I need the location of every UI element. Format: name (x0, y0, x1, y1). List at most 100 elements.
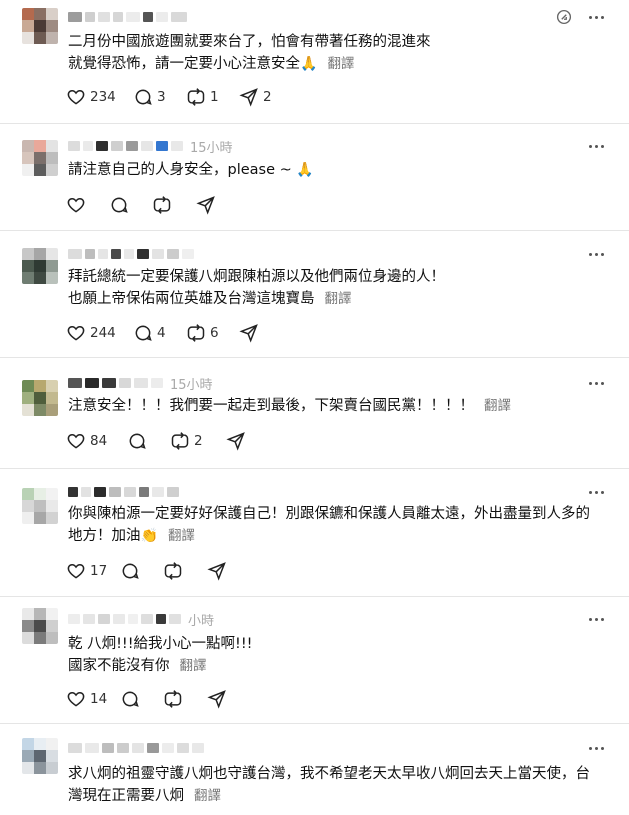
like-button[interactable] (66, 195, 109, 215)
more-options-icon[interactable] (587, 247, 607, 261)
translate-link[interactable]: 翻譯 (484, 398, 511, 414)
send-icon (196, 196, 215, 215)
repost-button[interactable]: 2 (170, 431, 226, 451)
username-blurred[interactable] (68, 247, 201, 261)
repost-icon (187, 324, 205, 342)
post-actions: 17 (66, 560, 231, 582)
repost-button[interactable] (152, 195, 196, 215)
heart-icon (67, 325, 85, 341)
heart-icon (67, 563, 85, 579)
send-icon (226, 432, 245, 451)
post-text: 乾 八炯!!!給我小心一點啊!!! 國家不能沒有你 翻譯 (68, 636, 253, 674)
reply-post: 二月份中國旅遊團就要來台了，怕會有帶著任務的混進來 就覺得恐怖，請一定要小心注意… (0, 0, 629, 124)
more-options-icon[interactable] (587, 485, 607, 499)
like-button[interactable]: 84 (66, 431, 127, 451)
send-icon (207, 690, 226, 709)
comment-icon (122, 691, 139, 707)
avatar[interactable] (22, 380, 58, 416)
send-icon (239, 88, 258, 107)
post-actions (66, 194, 220, 216)
timestamp: 小時 (188, 613, 215, 629)
heart-icon (67, 197, 85, 213)
reply-post: 你與陳柏源一定要好好保護自己！別跟保鑣和保護人員離太遠，外出盡量到人多的 地方！… (0, 469, 629, 597)
avatar[interactable] (22, 488, 58, 524)
username-blurred[interactable] (68, 741, 211, 755)
repost-button[interactable]: 6 (186, 323, 239, 343)
reply-button[interactable] (127, 431, 170, 451)
post-text: 請注意自己的人身安全，please ~ 🙏 (68, 159, 609, 181)
send-icon (207, 562, 226, 581)
share-button[interactable] (226, 431, 250, 451)
post-text: 二月份中國旅遊團就要來台了，怕會有帶著任務的混進來 就覺得恐怖，請一定要小心注意… (68, 31, 609, 75)
reply-button[interactable]: 3 (133, 87, 186, 107)
post-text: 你與陳柏源一定要好好保護自己！別跟保鑣和保護人員離太遠，外出盡量到人多的 地方！… (68, 503, 609, 547)
reply-button[interactable] (120, 561, 163, 581)
repost-button[interactable] (163, 689, 207, 709)
username-blurred[interactable]: 15小時 (68, 376, 213, 393)
translate-link[interactable]: 翻譯 (168, 528, 195, 544)
praying-hands-icon: 🙏 (296, 162, 314, 178)
comment-icon (111, 197, 128, 213)
post-actions: 84 2 (66, 430, 250, 452)
reply-button[interactable] (120, 689, 163, 709)
comment-icon (135, 325, 152, 341)
reply-post: 拜託總統一定要保護八炯跟陳柏源以及他們兩位身邊的人！ 也願上帝保佑兩位英雄及台灣… (0, 231, 629, 358)
comment-icon (129, 433, 146, 449)
post-text: 注意安全！！！我們要一起走到最後，下架賣台國民黨！！！！ 翻譯 (68, 398, 511, 414)
repost-icon (187, 88, 205, 106)
more-options-icon[interactable] (587, 139, 607, 153)
avatar[interactable] (22, 248, 58, 284)
reply-post: 15小時 請注意自己的人身安全，please ~ 🙏 (0, 124, 629, 231)
like-button[interactable]: 244 (66, 323, 133, 343)
translate-link[interactable]: 翻譯 (180, 658, 207, 674)
reply-post: 小時 乾 八炯!!!給我小心一點啊!!! 國家不能沒有你 翻譯 14 (0, 597, 629, 724)
repost-icon (164, 690, 182, 708)
share-button[interactable] (196, 195, 220, 215)
avatar[interactable] (22, 738, 58, 774)
share-button[interactable] (207, 689, 231, 709)
translate-link[interactable]: 翻譯 (327, 56, 354, 72)
share-button[interactable] (207, 561, 231, 581)
reply-post: 求八炯的祖靈守護八炯也守護台灣，我不希望老天太早收八炯回去天上當天使，台 灣現在… (0, 724, 629, 815)
heart-icon (67, 691, 85, 707)
send-icon (239, 324, 258, 343)
clapping-hands-icon: 👏 (140, 528, 158, 544)
avatar[interactable] (22, 140, 58, 176)
more-options-icon[interactable] (587, 10, 607, 24)
translate-link[interactable]: 翻譯 (194, 788, 221, 804)
repost-icon (153, 196, 171, 214)
reply-button[interactable]: 4 (133, 323, 186, 343)
repost-button[interactable]: 1 (186, 87, 239, 107)
post-actions: 234 3 1 2 (66, 86, 272, 108)
heart-icon (67, 433, 85, 449)
reply-post: 15小時 注意安全！！！我們要一起走到最後，下架賣台國民黨！！！！ 翻譯 84 2 (0, 358, 629, 469)
share-button[interactable]: 2 (239, 87, 272, 107)
username-blurred[interactable] (68, 10, 194, 24)
more-options-icon[interactable] (587, 612, 607, 626)
repost-icon (171, 432, 189, 450)
avatar[interactable] (22, 608, 58, 644)
post-actions: 14 (66, 688, 231, 710)
share-button[interactable] (239, 323, 263, 343)
avatar[interactable] (22, 8, 58, 44)
like-button[interactable]: 17 (66, 561, 120, 581)
username-blurred[interactable]: 小時 (68, 612, 215, 629)
more-options-icon[interactable] (587, 741, 607, 755)
heart-icon (67, 89, 85, 105)
more-options-icon[interactable] (587, 376, 607, 390)
like-button[interactable]: 234 (66, 87, 133, 107)
post-text: 求八炯的祖靈守護八炯也守護台灣，我不希望老天太早收八炯回去天上當天使，台 灣現在… (68, 766, 590, 804)
username-blurred[interactable]: 15小時 (68, 139, 233, 156)
praying-hands-icon: 🙏 (300, 56, 318, 72)
translate-link[interactable]: 翻譯 (325, 291, 352, 307)
post-text: 拜託總統一定要保護八炯跟陳柏源以及他們兩位身邊的人！ 也願上帝保佑兩位英雄及台灣… (68, 269, 445, 307)
comment-icon (122, 563, 139, 579)
timestamp: 15小時 (190, 140, 233, 156)
like-button[interactable]: 14 (66, 689, 120, 709)
reply-button[interactable] (109, 195, 152, 215)
post-actions: 244 4 6 (66, 322, 263, 344)
quote-post-icon[interactable] (555, 8, 573, 26)
username-blurred[interactable] (68, 485, 186, 499)
repost-button[interactable] (163, 561, 207, 581)
timestamp: 15小時 (170, 377, 213, 393)
